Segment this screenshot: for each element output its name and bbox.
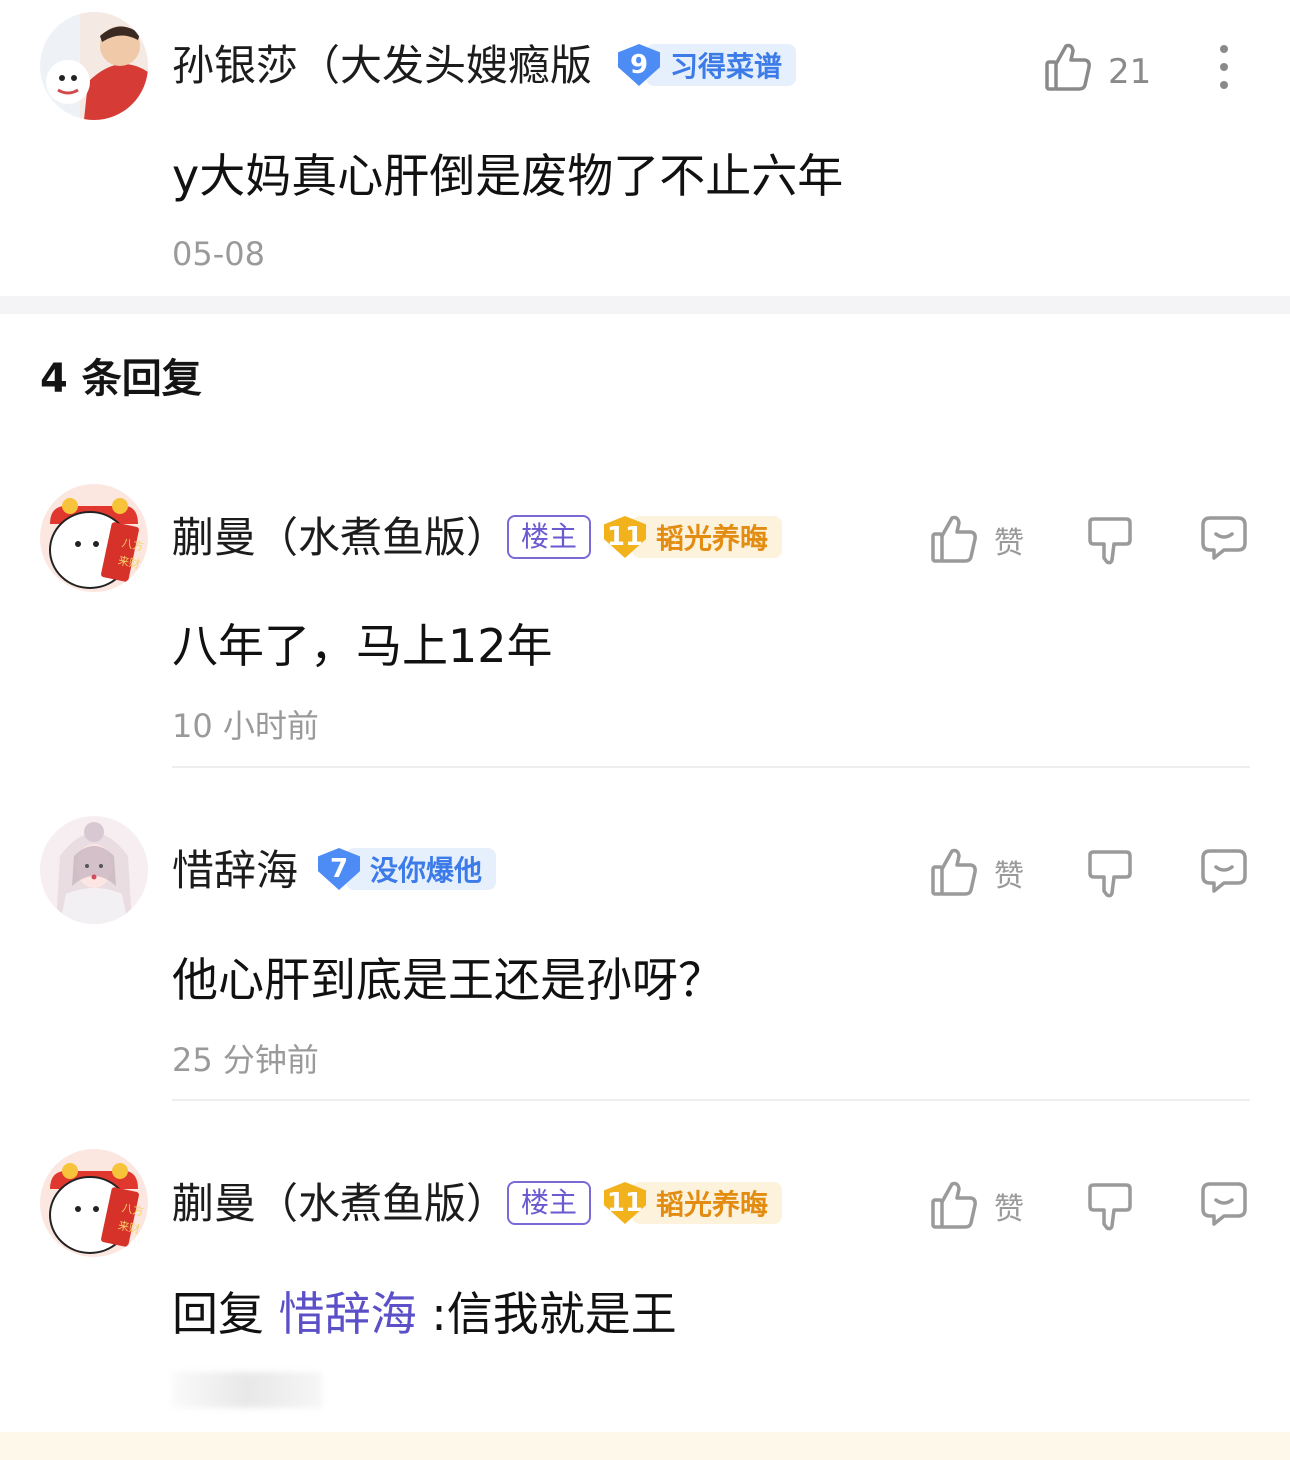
divider bbox=[172, 766, 1250, 768]
thumb-down-icon[interactable] bbox=[1086, 849, 1134, 903]
avatar[interactable]: 八方 来财 bbox=[40, 484, 148, 592]
thumb-up-icon[interactable] bbox=[1044, 42, 1092, 96]
thumb-down-icon[interactable] bbox=[1086, 1182, 1134, 1236]
thumb-down-icon[interactable] bbox=[1086, 516, 1134, 570]
comment-text: y大妈真心肝倒是废物了不止六年 bbox=[172, 149, 844, 203]
author-name[interactable]: 惜辞海 bbox=[172, 845, 298, 897]
level-badge[interactable]: 11 韬光养晦 bbox=[604, 1180, 783, 1226]
like-label[interactable]: 赞 bbox=[994, 524, 1024, 564]
like-label[interactable]: 赞 bbox=[994, 1190, 1024, 1230]
author-name[interactable]: 孙银莎（大发头嫂瘾版 bbox=[172, 40, 592, 92]
badge-title: 没你爆他 bbox=[346, 848, 497, 890]
thumb-up-icon[interactable] bbox=[930, 1180, 978, 1234]
avatar[interactable] bbox=[40, 816, 148, 924]
reply-text: 回复 惜辞海 :信我就是王 bbox=[172, 1284, 677, 1344]
reply-text: 八年了，马上12年 bbox=[172, 619, 553, 673]
timestamp: 05-08 bbox=[172, 235, 265, 273]
reply-body: :信我就是王 bbox=[431, 1287, 677, 1341]
timestamp: 25 分钟前 bbox=[172, 1041, 319, 1079]
more-vertical-icon[interactable] bbox=[1214, 44, 1234, 94]
timestamp-obscured bbox=[172, 1372, 322, 1408]
comment-bubble-icon[interactable] bbox=[1200, 514, 1248, 566]
like-label[interactable]: 赞 bbox=[994, 857, 1024, 897]
author-name[interactable]: 蒯曼（水煮鱼版） bbox=[172, 1178, 508, 1230]
replies-count-header: 4 条回复 bbox=[40, 356, 202, 402]
divider bbox=[172, 1099, 1250, 1101]
reply-prefix: 回复 bbox=[172, 1287, 264, 1341]
owner-tag: 楼主 bbox=[507, 515, 592, 559]
avatar[interactable]: 八方 来财 bbox=[40, 1149, 148, 1257]
badge-title: 韬光养晦 bbox=[632, 1182, 783, 1224]
comment-bubble-icon[interactable] bbox=[1200, 1180, 1248, 1232]
like-count: 21 bbox=[1108, 52, 1152, 92]
badge-title: 习得菜谱 bbox=[646, 44, 797, 86]
level-badge[interactable]: 11 韬光养晦 bbox=[604, 514, 783, 560]
comment-bubble-icon[interactable] bbox=[1200, 847, 1248, 899]
level-badge[interactable]: 9 习得菜谱 bbox=[618, 42, 797, 88]
bottom-bar bbox=[0, 1432, 1290, 1460]
owner-tag: 楼主 bbox=[507, 1181, 592, 1225]
thumb-up-icon[interactable] bbox=[930, 514, 978, 568]
reply-text: 他心肝到底是王还是孙呀？ bbox=[172, 953, 724, 1007]
author-name[interactable]: 蒯曼（水煮鱼版） bbox=[172, 512, 508, 564]
avatar[interactable] bbox=[40, 12, 148, 120]
section-separator bbox=[0, 296, 1290, 314]
thumb-up-icon[interactable] bbox=[930, 847, 978, 901]
level-badge[interactable]: 7 没你爆他 bbox=[318, 846, 497, 892]
mention-link[interactable]: 惜辞海 bbox=[279, 1287, 417, 1341]
badge-title: 韬光养晦 bbox=[632, 516, 783, 558]
timestamp: 10 小时前 bbox=[172, 707, 319, 745]
